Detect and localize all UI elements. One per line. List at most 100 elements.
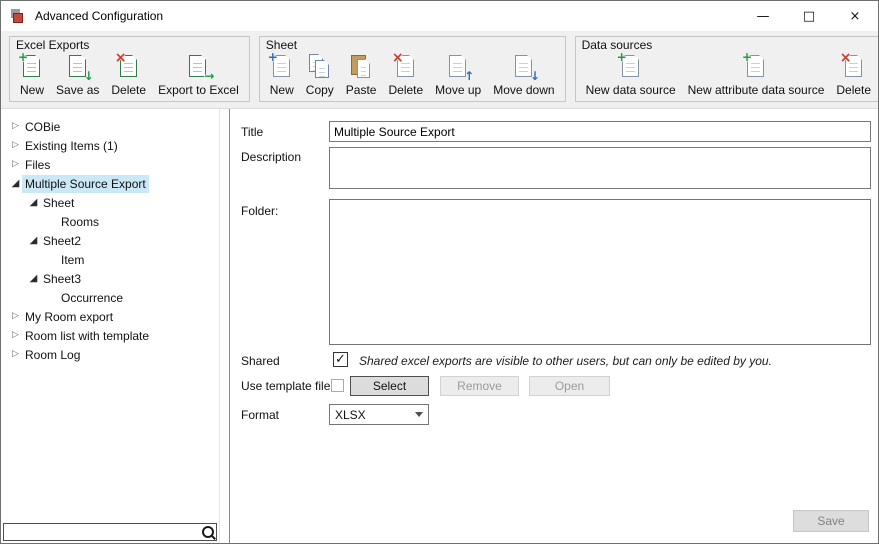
toolbar-group-sheet: Sheet + New Copy Paste × Delete ↑ Move u… bbox=[259, 36, 566, 102]
shared-label: Shared bbox=[241, 354, 280, 368]
expander-collapsed-icon[interactable]: ▷ bbox=[9, 122, 22, 131]
search-icon[interactable] bbox=[200, 524, 216, 540]
expander-collapsed-icon[interactable]: ▷ bbox=[9, 160, 22, 169]
sheet-copy-button[interactable]: Copy bbox=[300, 52, 340, 100]
paste-icon bbox=[350, 54, 372, 80]
move-down-icon: ↓ bbox=[513, 54, 535, 80]
expander-collapsed-icon[interactable]: ▷ bbox=[9, 312, 22, 321]
expander-collapsed-icon[interactable]: ▷ bbox=[9, 350, 22, 359]
description-textarea[interactable] bbox=[329, 147, 871, 189]
format-value: XLSX bbox=[335, 408, 366, 422]
excel-delete-button[interactable]: × Delete bbox=[105, 52, 152, 100]
tree-item-room-log[interactable]: ▷ Room Log bbox=[1, 345, 229, 364]
format-dropdown[interactable]: XLSX bbox=[329, 404, 429, 425]
toolbar: Excel Exports + New ↓ Save as × Delete →… bbox=[1, 31, 878, 109]
tree-item-label: Multiple Source Export bbox=[22, 175, 149, 193]
tree-item-label: Item bbox=[58, 251, 87, 269]
window-controls: — □ × bbox=[740, 1, 878, 31]
excel-new-button[interactable]: + New bbox=[14, 52, 50, 100]
delete-sheet-icon: × bbox=[395, 54, 417, 80]
export-to-excel-icon: → bbox=[187, 54, 209, 80]
maximize-button[interactable]: □ bbox=[786, 1, 832, 31]
copy-icon bbox=[309, 54, 331, 80]
tree-item-sheet3[interactable]: ◢ Sheet3 bbox=[1, 269, 229, 288]
window-title: Advanced Configuration bbox=[35, 9, 163, 23]
tree-item-label: Room list with template bbox=[22, 327, 152, 345]
excel-new-icon: + bbox=[21, 54, 43, 80]
toolbar-group-excel-exports: Excel Exports + New ↓ Save as × Delete →… bbox=[9, 36, 250, 102]
advanced-configuration-window: Advanced Configuration — □ × Excel Expor… bbox=[0, 0, 879, 544]
delete-data-source-icon: × bbox=[843, 54, 865, 80]
move-up-icon: ↑ bbox=[447, 54, 469, 80]
title-label: Title bbox=[241, 125, 263, 139]
shared-checkbox[interactable]: ✓ bbox=[333, 352, 348, 367]
tree-item-rooms[interactable]: Rooms bbox=[1, 212, 229, 231]
description-label: Description bbox=[241, 150, 301, 164]
tree-item-label: Sheet2 bbox=[40, 232, 84, 250]
expander-expanded-icon[interactable]: ◢ bbox=[27, 274, 40, 284]
sheet-move-down-button[interactable]: ↓ Move down bbox=[487, 52, 560, 100]
sheet-paste-button[interactable]: Paste bbox=[340, 52, 383, 100]
new-sheet-icon: + bbox=[271, 54, 293, 80]
sheet-delete-button[interactable]: × Delete bbox=[382, 52, 429, 100]
data-source-delete-button[interactable]: × Delete bbox=[830, 52, 877, 100]
tree-panel-divider bbox=[219, 109, 220, 543]
new-data-source-button[interactable]: + New data source bbox=[580, 52, 682, 100]
excel-save-as-button[interactable]: ↓ Save as bbox=[50, 52, 105, 100]
remove-template-button[interactable]: Remove bbox=[440, 376, 519, 396]
chevron-down-icon bbox=[415, 412, 423, 417]
shared-note: Shared excel exports are visible to othe… bbox=[359, 354, 772, 368]
tree-item-my-room-export[interactable]: ▷ My Room export bbox=[1, 307, 229, 326]
folder-label: Folder: bbox=[241, 204, 278, 218]
tree-item-item[interactable]: Item bbox=[1, 250, 229, 269]
minimize-button[interactable]: — bbox=[740, 1, 786, 31]
tree-item-label: Existing Items (1) bbox=[22, 137, 121, 155]
export-to-excel-button[interactable]: → Export to Excel bbox=[152, 52, 245, 100]
close-button[interactable]: × bbox=[832, 1, 878, 31]
format-label: Format bbox=[241, 408, 279, 422]
select-template-button[interactable]: Select bbox=[350, 376, 429, 396]
tree-item-label: Occurrence bbox=[58, 289, 126, 307]
tree-item-label: COBie bbox=[22, 118, 63, 136]
tree-item-label: Sheet bbox=[40, 194, 77, 212]
app-icon bbox=[10, 8, 26, 24]
search-input[interactable] bbox=[4, 524, 200, 540]
checkmark-icon: ✓ bbox=[335, 353, 346, 366]
tree-item-label: Room Log bbox=[22, 346, 83, 364]
delete-excel-icon: × bbox=[118, 54, 140, 80]
tree-item-occurrence[interactable]: Occurrence bbox=[1, 288, 229, 307]
tree-item-label: Rooms bbox=[58, 213, 102, 231]
expander-expanded-icon[interactable]: ◢ bbox=[9, 179, 22, 189]
open-template-button[interactable]: Open bbox=[529, 376, 610, 396]
expander-collapsed-icon[interactable]: ▷ bbox=[9, 141, 22, 150]
tree-item-sheet[interactable]: ◢ Sheet bbox=[1, 193, 229, 212]
tree-item-label: Files bbox=[22, 156, 53, 174]
expander-expanded-icon[interactable]: ◢ bbox=[27, 236, 40, 246]
expander-collapsed-icon[interactable]: ▷ bbox=[9, 331, 22, 340]
tree-search-box bbox=[3, 523, 217, 541]
new-data-source-icon: + bbox=[620, 54, 642, 80]
tree-item-cobie[interactable]: ▷ COBie bbox=[1, 117, 229, 136]
main-area: ▷ COBie ▷ Existing Items (1) ▷ Files ◢ M… bbox=[1, 109, 878, 543]
save-button[interactable]: Save bbox=[793, 510, 869, 532]
tree-item-files[interactable]: ▷ Files bbox=[1, 155, 229, 174]
tree-item-label: My Room export bbox=[22, 308, 116, 326]
export-tree-panel: ▷ COBie ▷ Existing Items (1) ▷ Files ◢ M… bbox=[1, 109, 230, 543]
use-template-file-checkbox[interactable] bbox=[331, 379, 344, 392]
tree-item-sheet2[interactable]: ◢ Sheet2 bbox=[1, 231, 229, 250]
folder-textarea[interactable] bbox=[329, 199, 871, 345]
tree-item-label: Sheet3 bbox=[40, 270, 84, 288]
title-input[interactable] bbox=[329, 121, 871, 142]
new-attribute-data-source-icon: + bbox=[745, 54, 767, 80]
export-details-form: Title Description Folder: Shared ✓ Share… bbox=[230, 109, 878, 543]
use-template-file-label: Use template file bbox=[241, 379, 330, 393]
sheet-new-button[interactable]: + New bbox=[264, 52, 300, 100]
new-attribute-data-source-button[interactable]: + New attribute data source bbox=[682, 52, 831, 100]
toolbar-group-data-sources: Data sources + New data source + New att… bbox=[575, 36, 879, 102]
expander-expanded-icon[interactable]: ◢ bbox=[27, 198, 40, 208]
sheet-move-up-button[interactable]: ↑ Move up bbox=[429, 52, 487, 100]
titlebar: Advanced Configuration — □ × bbox=[1, 1, 878, 31]
tree-item-existing-items[interactable]: ▷ Existing Items (1) bbox=[1, 136, 229, 155]
tree-item-room-list-with-template[interactable]: ▷ Room list with template bbox=[1, 326, 229, 345]
tree-item-multiple-source-export[interactable]: ◢ Multiple Source Export bbox=[1, 174, 229, 193]
